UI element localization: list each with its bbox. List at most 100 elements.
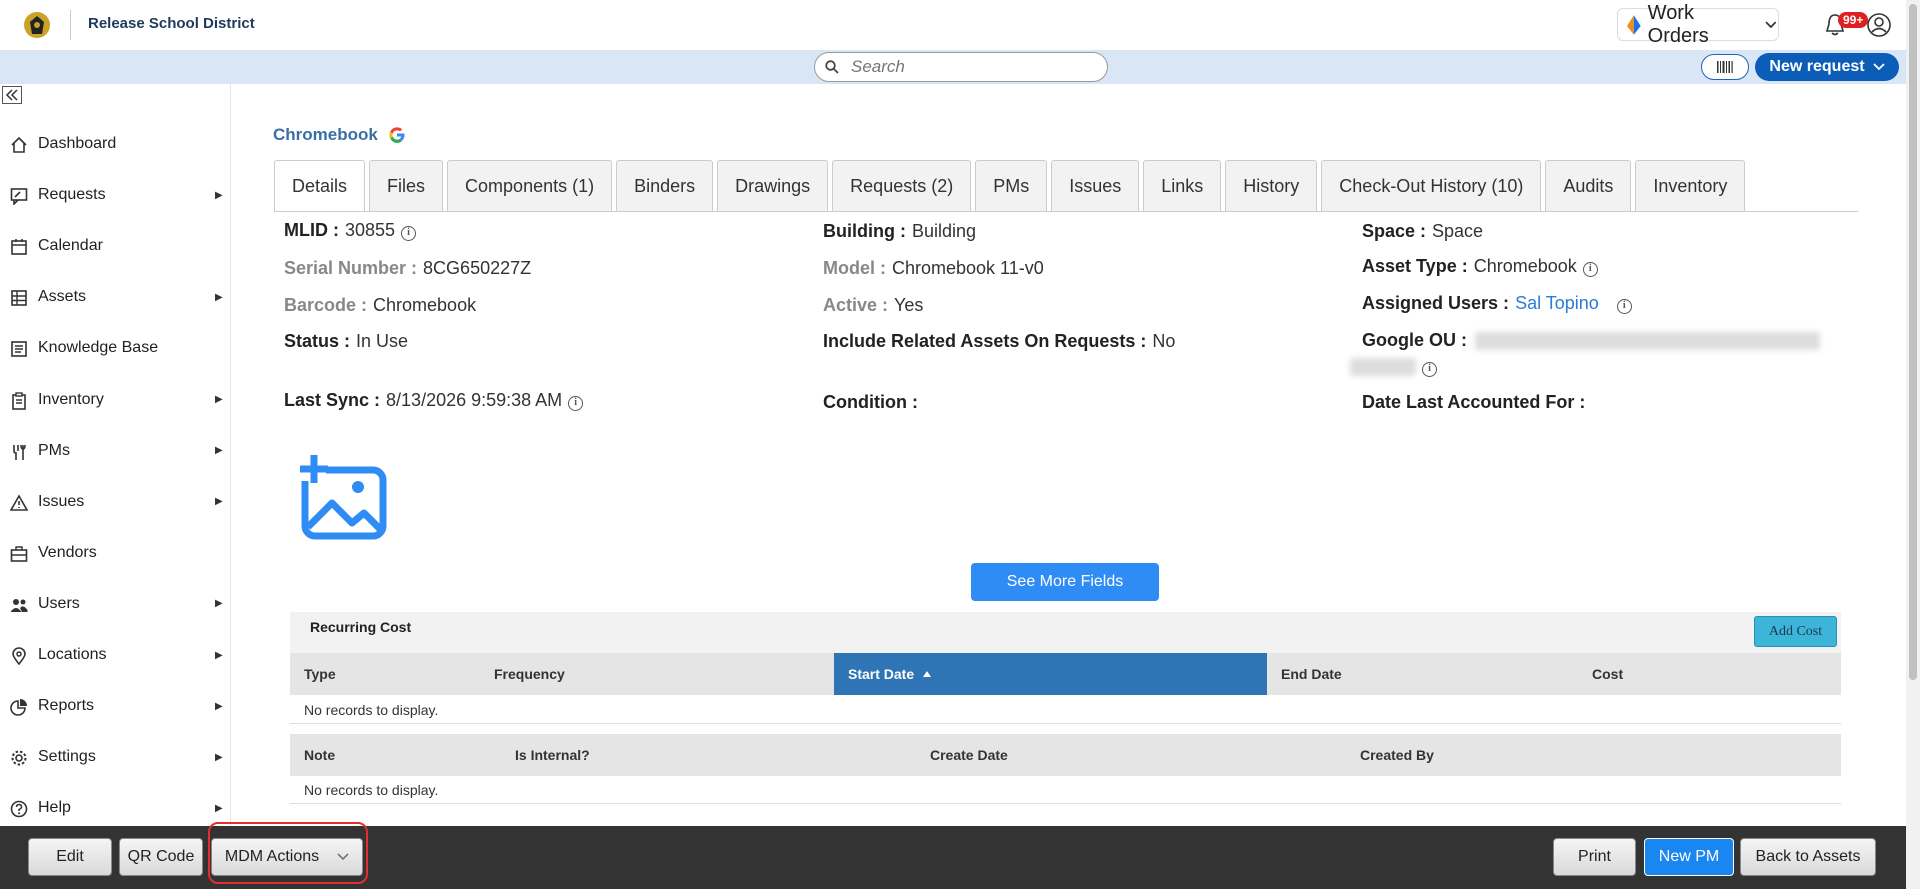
info-icon[interactable]: i (1582, 262, 1598, 277)
sidebar-item-help[interactable]: Help ▶ (0, 788, 231, 828)
asset-title-text: Chromebook (273, 125, 378, 144)
row-divider (290, 803, 1841, 804)
module-label: Work Orders (1647, 1, 1709, 47)
submenu-arrow-icon: ▶ (215, 700, 223, 712)
sidebar-item-label: Inventory (38, 390, 104, 408)
tab-details[interactable]: Details (274, 160, 366, 212)
asset-tabs: Details Files Components (1) Binders Drawing… (274, 160, 1746, 212)
tab-issues[interactable]: Issues (1051, 160, 1140, 212)
add-image-icon[interactable] (300, 455, 390, 540)
help-icon (10, 800, 28, 818)
sidebar-item-label: Locations (38, 646, 107, 663)
tab-pms[interactable]: PMs (975, 160, 1048, 212)
column-header-created-by[interactable]: Created By (1360, 734, 1434, 776)
sidebar-item-requests[interactable]: Requests ▶ (0, 175, 231, 215)
district-logo-icon[interactable] (22, 10, 52, 40)
org-name: Release School District (88, 15, 255, 32)
new-pm-button[interactable]: New PM (1644, 838, 1734, 876)
add-cost-button[interactable]: Add Cost (1754, 616, 1837, 647)
sidebar-item-label: Vendors (38, 543, 97, 561)
info-icon[interactable]: i (1616, 299, 1632, 314)
info-icon[interactable]: i (568, 396, 584, 411)
column-header-create-date[interactable]: Create Date (930, 734, 1008, 776)
notes-table-header: Note Is Internal? Create Date Created By (290, 734, 1841, 776)
sidebar-item-label: Knowledge Base (38, 339, 159, 357)
user-profile-icon[interactable] (1866, 12, 1892, 38)
sort-ascending-icon (923, 671, 932, 677)
work-orders-logo-icon (1626, 14, 1641, 35)
field-include-related-assets: Include Related Assets On Requests : No (823, 331, 1175, 352)
tab-binders[interactable]: Binders (616, 160, 714, 212)
barcode-scan-button[interactable] (1701, 54, 1749, 80)
scrollbar-thumb[interactable] (1909, 4, 1917, 680)
field-label: Last Sync : (284, 390, 381, 410)
column-header-start-date[interactable]: Start Date (834, 653, 1267, 695)
new-request-button[interactable]: New request (1755, 53, 1899, 81)
field-value: Chromebook (1473, 256, 1577, 276)
tab-check-out-history-10[interactable]: Check-Out History (10) (1321, 160, 1542, 212)
column-header-label: Start Date (848, 666, 915, 682)
recurring-cost-empty: No records to display. (304, 702, 439, 718)
column-header-frequency[interactable]: Frequency (494, 653, 565, 695)
collapse-sidebar-icon[interactable] (2, 86, 22, 104)
field-label: Assigned Users : (1362, 293, 1510, 313)
column-header-note[interactable]: Note (304, 734, 335, 776)
sidebar-item-vendors[interactable]: Vendors (0, 533, 231, 573)
print-button[interactable]: Print (1553, 838, 1636, 876)
sidebar-item-pms[interactable]: PMs ▶ (0, 431, 231, 471)
qr-code-button[interactable]: QR Code (119, 838, 203, 876)
submenu-arrow-icon: ▶ (215, 649, 223, 661)
field-serial-number: Serial Number :8CG650227Z (284, 258, 531, 279)
search-input[interactable] (849, 56, 1079, 78)
sidebar-item-dashboard[interactable]: Dashboard (0, 124, 231, 164)
book-icon (11, 341, 27, 358)
column-header-is-internal[interactable]: Is Internal? (515, 734, 590, 776)
info-icon[interactable]: i (401, 226, 417, 241)
sidebar-item-users[interactable]: Users ▶ (0, 584, 231, 624)
tab-audits[interactable]: Audits (1545, 160, 1632, 212)
recurring-cost-header (290, 612, 1841, 653)
search-box[interactable] (814, 52, 1108, 82)
field-label: Space : (1362, 221, 1427, 241)
tab-requests-2[interactable]: Requests (2) (832, 160, 972, 212)
sidebar-item-label: PMs (38, 441, 70, 459)
field-label: Date Last Accounted For : (1362, 392, 1586, 412)
sidebar-item-label: Requests (38, 186, 106, 204)
back-to-assets-button[interactable]: Back to Assets (1740, 838, 1876, 876)
field-condition: Condition : (823, 392, 924, 413)
field-label: Include Related Assets On Requests : (823, 331, 1147, 351)
column-header-cost[interactable]: Cost (1592, 653, 1623, 695)
submenu-arrow-icon: ▶ (215, 496, 223, 508)
column-header-end-date[interactable]: End Date (1281, 653, 1342, 695)
tab-inventory[interactable]: Inventory (1635, 160, 1746, 212)
sidebar-item-reports[interactable]: Reports ▶ (0, 686, 231, 726)
submenu-arrow-icon: ▶ (215, 445, 223, 457)
barcode-icon (1717, 61, 1733, 73)
tab-components-1[interactable]: Components (1) (447, 160, 613, 212)
module-selector[interactable]: Work Orders (1617, 2, 1779, 47)
sidebar-item-inventory[interactable]: Inventory ▶ (0, 380, 231, 420)
calendar-icon (11, 239, 27, 255)
asset-title: Chromebook (273, 125, 406, 145)
field-google-ou: Google OU : (1362, 330, 1820, 351)
sidebar-item-locations[interactable]: Locations ▶ (0, 635, 231, 675)
field-assigned-users: Assigned Users : Sal Topino i (1362, 293, 1632, 314)
tab-history[interactable]: History (1225, 160, 1318, 212)
field-model: Model : Chromebook 11-v0 (823, 258, 1044, 279)
field-label: Model : (823, 258, 886, 278)
sidebar-item-issues[interactable]: Issues ▶ (0, 482, 231, 522)
info-icon[interactable]: i (1422, 362, 1437, 377)
tab-files[interactable]: Files (369, 160, 444, 212)
tab-links[interactable]: Links (1143, 160, 1222, 212)
sidebar-item-calendar[interactable]: Calendar (0, 226, 231, 266)
tab-drawings[interactable]: Drawings (717, 160, 829, 212)
sidebar-item-settings[interactable]: Settings ▶ (0, 737, 231, 777)
field-label: Active : (823, 295, 889, 315)
assigned-user-link[interactable]: Sal Topino (1515, 293, 1599, 313)
edit-button[interactable]: Edit (28, 838, 112, 876)
sidebar-item-assets[interactable]: Assets ▶ (0, 277, 231, 317)
sidebar-item-label: Issues (38, 492, 85, 510)
see-more-fields-button[interactable]: See More Fields (971, 563, 1159, 601)
sidebar-item-knowledge-base[interactable]: Knowledge Base (0, 328, 231, 368)
column-header-type[interactable]: Type (304, 653, 336, 695)
